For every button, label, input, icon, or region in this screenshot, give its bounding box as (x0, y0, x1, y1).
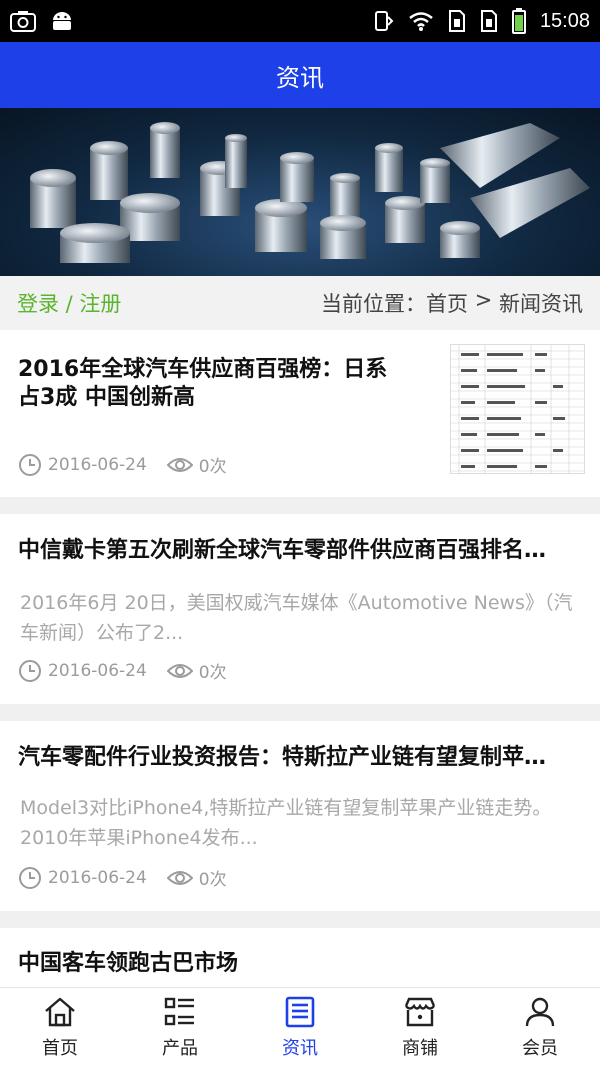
eye-icon (166, 663, 193, 678)
breadcrumb-home-link[interactable]: 首页 (426, 288, 468, 318)
tab-label: 产品 (162, 1037, 198, 1059)
list-icon (164, 997, 194, 1025)
breadcrumb-separator: > (468, 288, 499, 312)
bottom-tab-bar: 首页 产品 资讯 商铺 会员 (0, 987, 600, 1067)
phone-signal-icon (374, 11, 394, 31)
eye-icon (166, 870, 193, 885)
tab-label: 首页 (42, 1037, 78, 1059)
tab-shop[interactable]: 商铺 (360, 988, 480, 1067)
article-date: 2016-06-24 (48, 454, 147, 475)
breadcrumb-current: 新闻资讯 (499, 292, 583, 316)
tab-label: 商铺 (402, 1037, 438, 1059)
location-prefix: 当前位置： (321, 292, 427, 316)
article-title: 2016年全球汽车供应商百强榜：日系 占3成 中国创新高 (18, 356, 438, 412)
article-views: 0次 (198, 870, 227, 890)
tab-products[interactable]: 产品 (120, 988, 240, 1067)
tab-label: 会员 (522, 1037, 558, 1059)
article-card[interactable]: 中国客车领跑古巴市场 (0, 928, 600, 987)
breadcrumb: 当前位置： 首页 > 新闻资讯 (321, 288, 583, 318)
user-icon (525, 997, 555, 1026)
shop-icon (404, 997, 436, 1026)
article-summary: 2016年6月 20日，美国权威汽车媒体《Automotive News》（汽车… (20, 592, 573, 644)
article-date: 2016-06-24 (48, 660, 147, 681)
sim1-icon (448, 10, 465, 32)
clock-icon (19, 453, 41, 476)
article-thumbnail (450, 344, 585, 474)
article-title: 中信戴卡第五次刷新全球汽车零部件供应商百强排名… (18, 538, 547, 563)
android-icon (53, 12, 71, 30)
article-views: 0次 (198, 663, 227, 683)
article-meta: 2016-06-24 0次 (18, 452, 227, 477)
news-icon (285, 996, 315, 1027)
eye-icon (166, 457, 193, 472)
article-date: 2016-06-24 (48, 867, 147, 888)
battery-icon (511, 8, 526, 34)
article-summary: Model3对比iPhone4,特斯拉产业链有望复制苹果产业链走势。2010年苹… (20, 797, 552, 849)
article-title-line: 2016年全球汽车供应商百强榜：日系 (18, 357, 388, 382)
article-card[interactable]: 中信戴卡第五次刷新全球汽车零部件供应商百强排名… 2016年6月 20日，美国权… (0, 514, 600, 704)
sim2-icon (480, 10, 497, 32)
article-title: 中国客车领跑古巴市场 (18, 951, 239, 976)
wifi-icon (409, 12, 433, 31)
login-register-link[interactable]: 登录 / 注册 (17, 288, 121, 318)
tab-label: 资讯 (282, 1037, 318, 1059)
article-meta: 2016-06-24 0次 (18, 658, 227, 683)
article-card[interactable]: 汽车零配件行业投资报告：特斯拉产业链有望复制苹… Model3对比iPhone4… (0, 721, 600, 911)
article-title: 汽车零配件行业投资报告：特斯拉产业链有望复制苹… (18, 745, 547, 770)
clock-icon (19, 659, 41, 682)
page-header: 资讯 (0, 42, 600, 108)
home-icon (45, 997, 75, 1026)
breadcrumb-bar: 登录 / 注册 当前位置： 首页 > 新闻资讯 (0, 276, 600, 330)
status-bar: 15:08 (0, 0, 600, 42)
article-meta: 2016-06-24 0次 (18, 865, 227, 890)
banner-image (0, 108, 600, 276)
screenshot-icon (10, 11, 36, 32)
article-views: 0次 (198, 457, 227, 477)
tab-member[interactable]: 会员 (480, 988, 600, 1067)
clock: 15:08 (539, 9, 590, 32)
parts-illustration (30, 122, 590, 263)
article-title-line: 占3成 中国创新高 (18, 385, 195, 410)
tab-news[interactable]: 资讯 (240, 988, 360, 1067)
tab-home[interactable]: 首页 (0, 988, 120, 1067)
article-card[interactable]: 2016年全球汽车供应商百强榜：日系 占3成 中国创新高 2016-06-24 … (0, 330, 600, 497)
clock-icon (19, 866, 41, 889)
page-title: 资讯 (276, 63, 324, 92)
